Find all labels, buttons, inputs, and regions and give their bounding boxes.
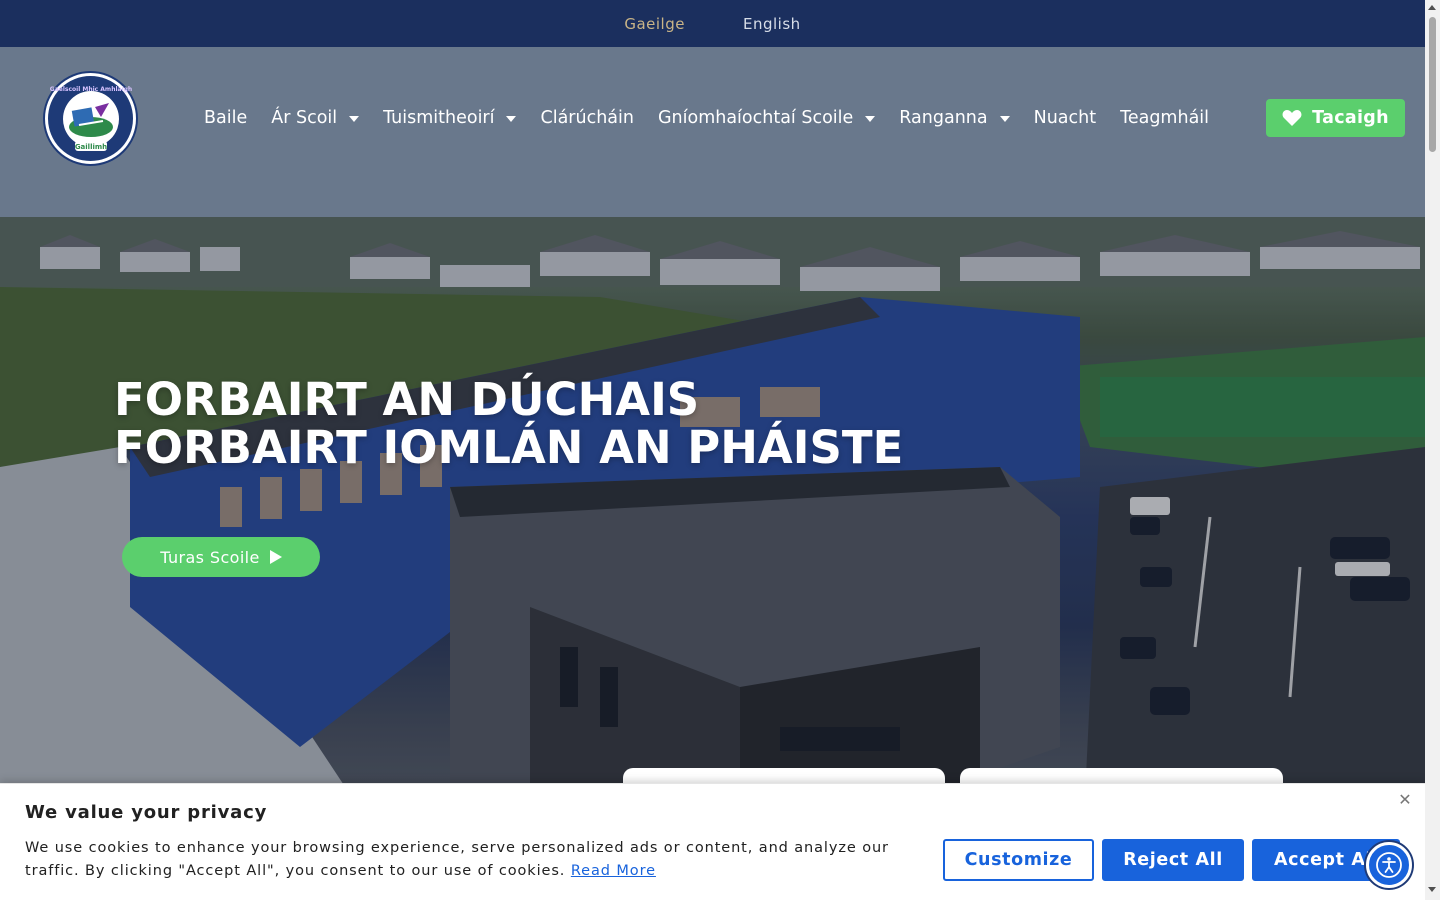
hero-headline: FORBAIRT AN DÚCHAIS FORBAIRT IOMLÁN AN P… xyxy=(114,376,903,472)
chevron-down-icon xyxy=(865,116,876,122)
scroll-up-arrow-icon[interactable] xyxy=(1428,5,1436,10)
nav-item-ranganna[interactable]: Ranganna xyxy=(899,108,1010,128)
nav-item-baile[interactable]: Baile xyxy=(204,108,247,128)
chevron-down-icon xyxy=(999,116,1010,122)
accessibility-icon xyxy=(1376,852,1402,878)
close-icon[interactable]: ✕ xyxy=(1397,792,1413,808)
school-logo[interactable]: Gaillimh Gaelscoil Mhic Amhlaigh xyxy=(45,73,136,164)
language-gaeilge-link[interactable]: Gaeilge xyxy=(624,15,685,33)
scrollbar-thumb[interactable] xyxy=(1429,17,1436,152)
customize-button[interactable]: Customize xyxy=(943,839,1094,881)
heart-icon xyxy=(1282,110,1302,126)
hero-headline-line2: FORBAIRT IOMLÁN AN PHÁISTE xyxy=(114,421,904,474)
accessibility-button[interactable] xyxy=(1366,842,1412,888)
language-english-link[interactable]: English xyxy=(743,15,801,33)
read-more-link[interactable]: Read More xyxy=(571,863,656,879)
reject-all-button[interactable]: Reject All xyxy=(1102,839,1244,881)
cookie-banner: We value your privacy ✕ We use cookies t… xyxy=(0,783,1425,900)
cookie-title: We value your privacy xyxy=(25,802,268,823)
nav-item-ar-scoil[interactable]: Ár Scoil xyxy=(271,108,360,128)
main-nav: Baile Ár Scoil Tuismitheoirí Clárúcháin … xyxy=(204,100,1209,136)
language-bar: Gaeilge English xyxy=(0,0,1425,47)
nav-label: Ár Scoil xyxy=(271,108,338,128)
scroll-down-arrow-icon[interactable] xyxy=(1428,887,1436,892)
chevron-down-icon xyxy=(349,116,360,122)
school-crest-logo-icon: Gaillimh Gaelscoil Mhic Amhlaigh xyxy=(49,78,132,159)
cookie-text: We use cookies to enhance your browsing … xyxy=(25,837,905,883)
nav-label: Teagmháil xyxy=(1120,108,1210,128)
hero-headline-line1: FORBAIRT AN DÚCHAIS xyxy=(114,373,700,426)
school-tour-button[interactable]: Turas Scoile xyxy=(122,537,320,577)
nav-label: Gníomhaíochtaí Scoile xyxy=(657,108,854,128)
play-icon xyxy=(269,550,282,564)
tour-label: Turas Scoile xyxy=(160,547,260,567)
donate-label: Tacaigh xyxy=(1312,108,1389,128)
cookie-message: We use cookies to enhance your browsing … xyxy=(25,840,889,879)
nav-label: Clárúcháin xyxy=(540,108,634,128)
nav-item-gniomhaiochtai-scoile[interactable]: Gníomhaíochtaí Scoile xyxy=(657,108,876,128)
logo-arc-text: Gaelscoil Mhic Amhlaigh xyxy=(49,86,131,93)
page-scrollbar[interactable] xyxy=(1425,0,1440,900)
chevron-down-icon xyxy=(506,116,517,122)
donate-button[interactable]: Tacaigh xyxy=(1266,99,1405,137)
nav-item-claruchain[interactable]: Clárúcháin xyxy=(540,108,633,128)
nav-label: Ranganna xyxy=(899,108,988,128)
logo-bottom-text: Gaillimh xyxy=(74,143,106,151)
nav-item-tuismitheoiri[interactable]: Tuismitheoirí xyxy=(383,108,517,128)
nav-label: Nuacht xyxy=(1033,108,1097,128)
nav-label: Tuismitheoirí xyxy=(383,108,495,128)
nav-item-teagmhail[interactable]: Teagmháil xyxy=(1120,108,1209,128)
nav-label: Baile xyxy=(204,108,248,128)
nav-item-nuacht[interactable]: Nuacht xyxy=(1034,108,1096,128)
